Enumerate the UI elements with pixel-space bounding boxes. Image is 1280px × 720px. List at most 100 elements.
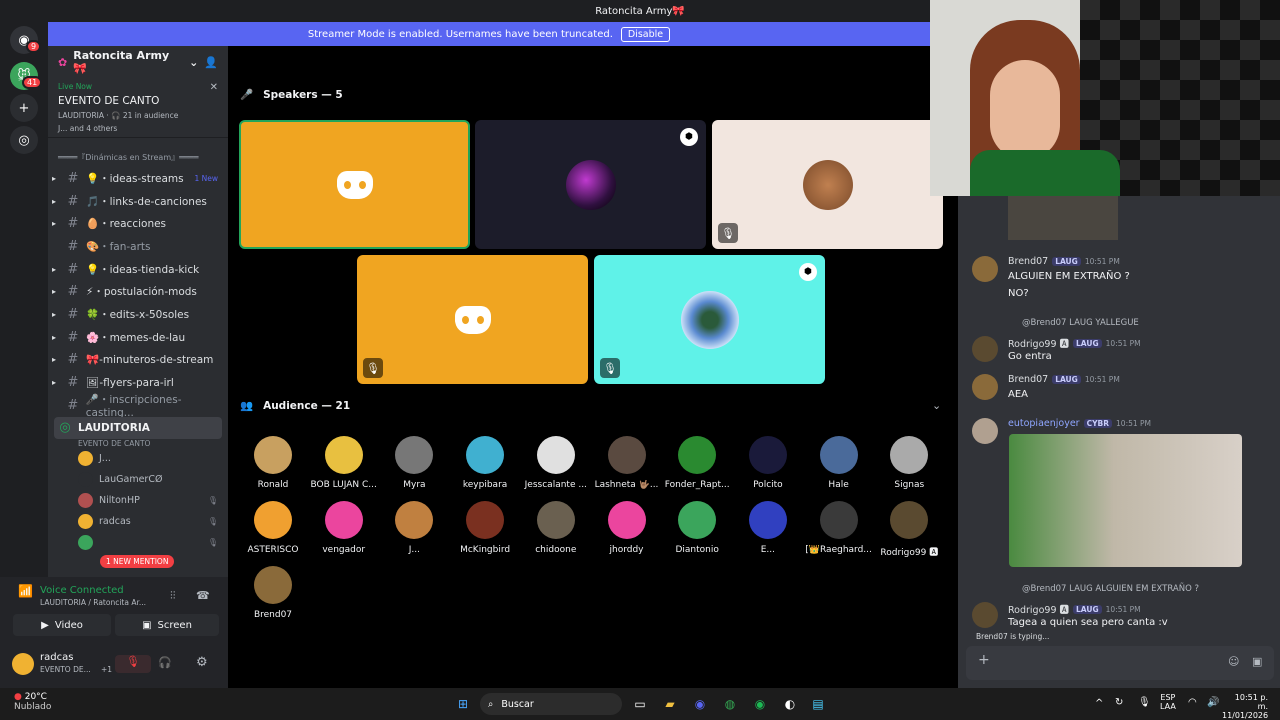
audience-member[interactable]: jhorddy bbox=[592, 501, 662, 555]
voice-user[interactable]: 🎙 bbox=[48, 532, 228, 553]
headset-icon[interactable]: 🎧 bbox=[158, 656, 172, 669]
tray-chevron-icon[interactable]: ^ bbox=[1095, 698, 1103, 709]
disconnect-icon[interactable]: ☎ bbox=[196, 589, 210, 602]
server-ratoncita-icon[interactable]: 🐭 41 bbox=[10, 62, 43, 90]
channel-item[interactable]: ▸ # 💡・ideas-tienda-kick bbox=[48, 258, 228, 281]
audience-member[interactable]: Jesscalante ... bbox=[521, 436, 591, 490]
audience-member[interactable]: Hale bbox=[804, 436, 874, 490]
image-attachment[interactable] bbox=[1008, 196, 1118, 240]
message-author[interactable]: Rodrigo99 🅰 bbox=[1008, 336, 1069, 350]
screen-button[interactable]: ▣ Screen bbox=[115, 614, 219, 636]
mute-mic-icon[interactable]: 🎙 bbox=[115, 655, 151, 673]
message-author[interactable]: Rodrigo99 🅰 bbox=[1008, 602, 1069, 616]
stage-channel[interactable]: ◎ LAUDITORIA bbox=[54, 416, 222, 440]
live-event-card[interactable]: Live Now ✕ EVENTO DE CANTO LAUDITORIA · 🎧… bbox=[48, 78, 228, 138]
tray-mic-icon[interactable]: 🎙 bbox=[1138, 697, 1151, 708]
channel-item[interactable]: ▸ # 💡・ideas-streams 1 New bbox=[48, 167, 228, 190]
speaker-tile[interactable]: ⬢ 🎙 bbox=[594, 255, 825, 384]
channel-item[interactable]: ▸ # 🍀・edits-x-50soles bbox=[48, 303, 228, 326]
audience-member[interactable]: Signas bbox=[874, 436, 944, 490]
channel-item[interactable]: ▸ # 🖼-flyers-para-irl bbox=[48, 371, 228, 394]
audience-member[interactable]: Rodrigo99 🅰 bbox=[874, 501, 944, 558]
gif-icon[interactable]: ▣ bbox=[1252, 655, 1262, 668]
avatar[interactable] bbox=[972, 602, 998, 628]
my-username[interactable]: radcas bbox=[40, 652, 73, 663]
channel-item[interactable]: # 🎨・fan-arts bbox=[48, 235, 228, 258]
avatar[interactable] bbox=[972, 336, 998, 362]
audience-member[interactable]: Fonder_Rapt... bbox=[662, 436, 732, 490]
video-button[interactable]: ▶ Video bbox=[13, 614, 111, 636]
audience-member[interactable]: Polcito bbox=[733, 436, 803, 490]
explore-icon[interactable]: ◎ bbox=[10, 126, 38, 154]
voice-status[interactable]: Voice Connected bbox=[40, 585, 124, 596]
avatar[interactable] bbox=[12, 653, 34, 675]
avatar[interactable] bbox=[972, 256, 998, 282]
audience-member[interactable]: J... bbox=[379, 501, 449, 555]
speaker-tile[interactable]: ⬢ bbox=[475, 120, 706, 249]
voice-user[interactable]: LauGamerCØ bbox=[48, 469, 228, 490]
chrome-icon[interactable]: ◍ bbox=[720, 694, 740, 714]
speaker-tile[interactable] bbox=[239, 120, 470, 249]
audience-member[interactable]: Diantonio bbox=[662, 501, 732, 555]
speaker-tile[interactable]: 🎙 bbox=[712, 120, 943, 249]
audience-member[interactable]: vengador bbox=[309, 501, 379, 555]
message-author[interactable]: Brend07 bbox=[1008, 374, 1048, 385]
channel-item[interactable]: ▸ # 🌸・memes-de-lau bbox=[48, 326, 228, 349]
message-author[interactable]: eutopiaenjoyer bbox=[1008, 418, 1080, 429]
close-icon[interactable]: ✕ bbox=[210, 82, 218, 93]
message-author[interactable]: Brend07 bbox=[1008, 256, 1048, 267]
channel-item[interactable]: ▸ # 🥚・reacciones bbox=[48, 212, 228, 235]
volume-icon[interactable]: 🔊 bbox=[1207, 697, 1219, 708]
add-member-icon[interactable]: 👤 bbox=[204, 56, 218, 69]
audience-member[interactable]: E... bbox=[733, 501, 803, 555]
language-indicator[interactable]: ESP LAA bbox=[1160, 693, 1176, 711]
wifi-icon[interactable]: ◠ bbox=[1188, 697, 1197, 708]
noise-icon[interactable]: ⫶⫶ bbox=[170, 589, 176, 603]
audience-member[interactable]: [👑Raeghard... bbox=[804, 501, 874, 555]
avatar[interactable] bbox=[972, 374, 998, 400]
audience-member[interactable]: Lashneta 🤟🏽... bbox=[592, 436, 662, 490]
avatar[interactable] bbox=[972, 418, 998, 444]
voice-channel[interactable]: LAUDITORIA / Ratoncita Ar... bbox=[40, 598, 146, 607]
emoji-icon[interactable]: ☺ bbox=[1228, 655, 1239, 668]
notepad-icon[interactable]: ▤ bbox=[808, 694, 828, 714]
audience-member[interactable]: Myra bbox=[379, 436, 449, 490]
audience-member[interactable]: McKingbird bbox=[450, 501, 520, 555]
channel-item[interactable]: ▸ # 🎀-minuteros-de-stream bbox=[48, 349, 228, 372]
add-server-icon[interactable]: + bbox=[10, 94, 38, 122]
discord-home-icon[interactable]: ◉ 9 bbox=[10, 26, 42, 54]
audience-member[interactable]: Brend07 bbox=[238, 566, 308, 620]
channel-item[interactable]: ▸ # 🎵・links-de-canciones bbox=[48, 190, 228, 213]
channel-item[interactable]: ▸ # ⚡・postulación-mods bbox=[48, 280, 228, 303]
audience-member[interactable]: keypibara bbox=[450, 436, 520, 490]
tray-network-icon[interactable]: ↻ bbox=[1115, 697, 1123, 708]
speaker-tile[interactable]: 🎙 bbox=[357, 255, 588, 384]
clock[interactable]: 10:51 p. m. 11/01/2026 bbox=[1222, 693, 1268, 720]
windows-start-icon[interactable]: ⊞ bbox=[453, 694, 473, 714]
taskbar-search[interactable]: ⌕ Buscar bbox=[480, 693, 622, 715]
weather-widget[interactable]: ● 20°C Nublado bbox=[14, 692, 51, 712]
voice-user[interactable]: radcas 🎙 bbox=[48, 511, 228, 532]
add-attachment-icon[interactable]: + bbox=[978, 652, 990, 668]
new-mention-pill[interactable]: 1 NEW MENTION bbox=[100, 555, 175, 568]
audience-member[interactable]: chidoone bbox=[521, 501, 591, 555]
chevron-down-icon[interactable]: ⌄ bbox=[932, 399, 941, 412]
obs-icon[interactable]: ◐ bbox=[780, 694, 800, 714]
category-header[interactable]: ════『Dinámicas en Stream』════ bbox=[48, 138, 228, 167]
image-attachment[interactable] bbox=[1009, 434, 1242, 567]
message-input[interactable]: + ☺ ▣ bbox=[966, 646, 1274, 680]
channel-item[interactable]: # 🎤・inscripciones-casting... bbox=[48, 394, 228, 419]
settings-gear-icon[interactable]: ⚙ bbox=[196, 655, 208, 670]
audience-name: Polcito bbox=[753, 480, 783, 490]
disable-button[interactable]: Disable bbox=[620, 26, 671, 42]
server-header[interactable]: ✿ Ratoncita Army 🎀 ⌄ 👤 bbox=[48, 46, 228, 78]
voice-user[interactable]: J... bbox=[48, 448, 228, 469]
spotify-icon[interactable]: ◉ bbox=[750, 694, 770, 714]
file-explorer-icon[interactable]: ▰ bbox=[660, 694, 680, 714]
audience-member[interactable]: Ronald bbox=[238, 436, 308, 490]
voice-user[interactable]: NiltonHP 🎙 bbox=[48, 490, 228, 511]
audience-member[interactable]: ASTERISCO bbox=[238, 501, 308, 555]
discord-app-icon[interactable]: ◉ bbox=[690, 694, 710, 714]
task-view-icon[interactable]: ▭ bbox=[630, 694, 650, 714]
audience-member[interactable]: BOB LUJAN C... bbox=[309, 436, 379, 490]
